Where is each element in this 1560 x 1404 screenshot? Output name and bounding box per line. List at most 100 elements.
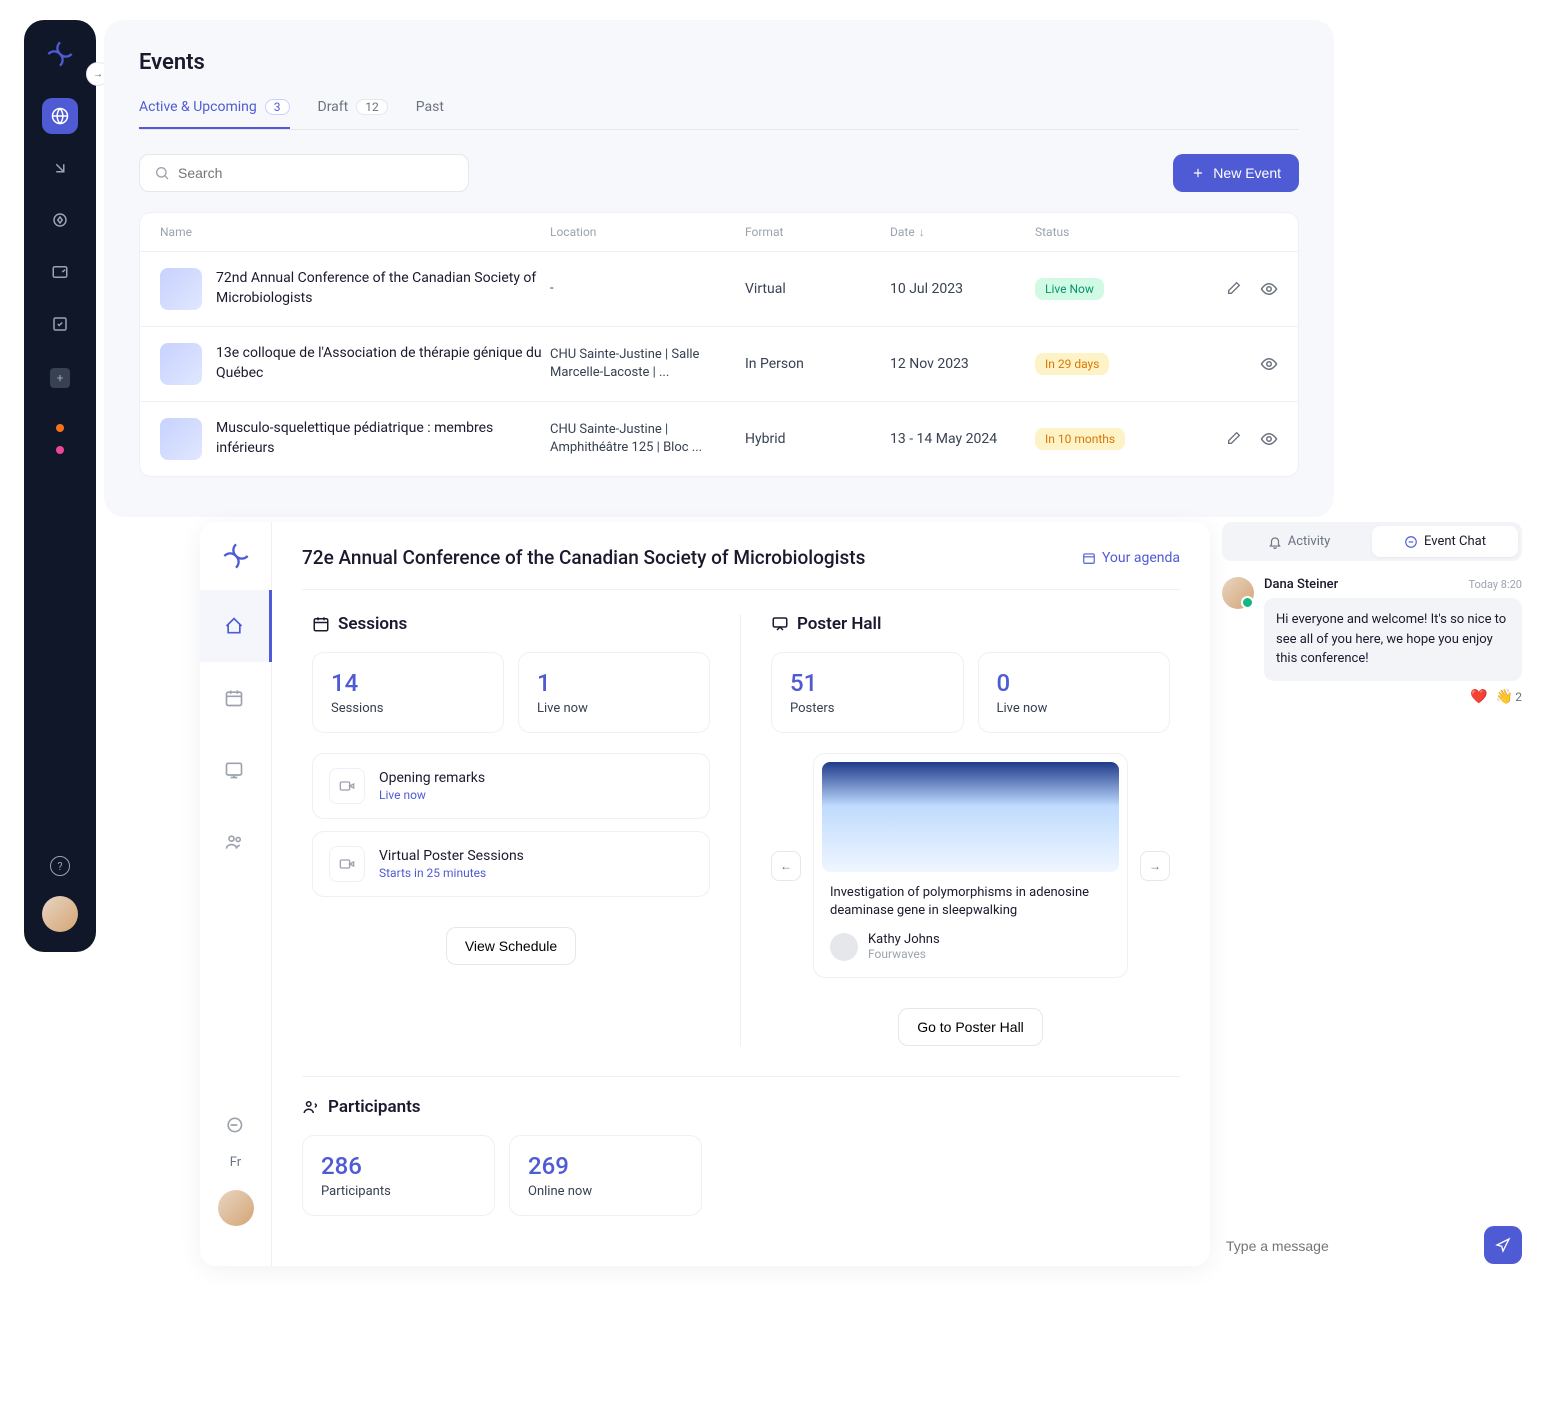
user-avatar[interactable] [42, 896, 78, 932]
participants-title: Participants [302, 1097, 1180, 1117]
language-toggle[interactable]: Fr [230, 1155, 241, 1170]
col-name: Name [160, 225, 550, 239]
reaction-wave[interactable]: 👋2 [1496, 689, 1522, 705]
nav-events[interactable] [42, 98, 78, 134]
event-location: CHU Sainte-Justine | Salle Marcelle-Laco… [550, 346, 745, 382]
msg-text: Hi everyone and welcome! It's so nice to… [1264, 598, 1522, 681]
event-tabs: Active & Upcoming 3 Draft 12 Past [139, 99, 1299, 130]
event-name: Musculo-squelettique pédiatrique : membr… [216, 419, 550, 458]
event-nav-home[interactable] [200, 590, 272, 662]
agenda-link[interactable]: Your agenda [1082, 550, 1180, 566]
event-nav-chat[interactable] [200, 1115, 272, 1135]
event-format: Hybrid [745, 431, 890, 447]
send-icon [1495, 1237, 1511, 1253]
msg-time: Today 8:20 [1468, 578, 1522, 591]
table-row[interactable]: Musculo-squelettique pédiatrique : membr… [140, 401, 1298, 476]
chat-message: Dana Steiner Today 8:20 Hi everyone and w… [1222, 577, 1522, 705]
nav-item-5[interactable] [42, 306, 78, 342]
msg-author: Dana Steiner [1264, 577, 1338, 592]
events-panel: Events Active & Upcoming 3 Draft 12 Past… [104, 20, 1334, 517]
carousel-prev-button[interactable]: ← [771, 851, 801, 881]
view-schedule-button[interactable]: View Schedule [446, 927, 576, 965]
video-icon [329, 768, 365, 804]
col-format: Format [745, 225, 890, 239]
status-badge: In 10 months [1035, 428, 1125, 450]
table-row[interactable]: 72nd Annual Conference of the Canadian S… [140, 251, 1298, 326]
msg-avatar[interactable] [1222, 577, 1254, 609]
chat-icon [1404, 535, 1418, 549]
nav-add-button[interactable]: + [50, 368, 70, 388]
stat-sessions: 14Sessions [312, 652, 504, 733]
session-item[interactable]: Virtual Poster SessionsStarts in 25 minu… [312, 831, 710, 897]
nav-item-3[interactable] [42, 202, 78, 238]
event-name: 13e colloque de l'Association de thérapi… [216, 344, 550, 383]
nav-dot-pink[interactable] [56, 446, 64, 454]
sessions-title: Sessions [312, 614, 710, 634]
status-badge: Live Now [1035, 278, 1104, 300]
presentation-icon [771, 615, 789, 633]
nav-dot-orange[interactable] [56, 424, 64, 432]
tab-past[interactable]: Past [416, 99, 444, 129]
search-icon [154, 165, 170, 181]
col-date[interactable]: Date↓ [890, 225, 1035, 239]
button-label: New Event [1213, 165, 1281, 181]
event-date: 13 - 14 May 2024 [890, 431, 1035, 447]
table-row[interactable]: 13e colloque de l'Association de thérapi… [140, 326, 1298, 401]
tab-draft[interactable]: Draft 12 [318, 99, 388, 129]
event-detail: Fr 72e Annual Conference of the Canadian… [200, 522, 1522, 1266]
event-location: - [550, 280, 745, 298]
reaction-heart[interactable]: ❤️ [1470, 689, 1487, 705]
stat-poster-live: 0Live now [978, 652, 1171, 733]
help-icon[interactable]: ? [50, 856, 70, 876]
video-icon [329, 846, 365, 882]
tab-label: Past [416, 99, 444, 115]
chat-panel: Activity Event Chat Dana Steiner Today 8:… [1222, 522, 1522, 1266]
event-date: 12 Nov 2023 [890, 356, 1035, 372]
edit-icon[interactable] [1226, 280, 1242, 298]
poster-title: Investigation of polymorphisms in adenos… [822, 884, 1119, 920]
tab-active-upcoming[interactable]: Active & Upcoming 3 [139, 99, 290, 129]
event-sidebar: Fr [200, 522, 272, 1266]
event-nav-people[interactable] [200, 806, 272, 878]
nav-item-4[interactable] [42, 254, 78, 290]
calendar-icon [1082, 551, 1096, 565]
new-event-button[interactable]: New Event [1173, 154, 1299, 192]
plus-icon [1191, 166, 1205, 180]
event-nav-calendar[interactable] [200, 662, 272, 734]
search-box[interactable] [139, 154, 469, 192]
app-sidebar: + ? [24, 20, 96, 952]
posters-title: Poster Hall [771, 614, 1170, 634]
nav-item-2[interactable] [42, 150, 78, 186]
carousel-next-button[interactable]: → [1140, 851, 1170, 881]
people-icon [302, 1098, 320, 1116]
poster-hall-button[interactable]: Go to Poster Hall [898, 1008, 1043, 1046]
event-thumbnail [160, 418, 202, 460]
view-icon[interactable] [1260, 430, 1278, 448]
event-logo-icon [222, 542, 250, 570]
event-date: 10 Jul 2023 [890, 281, 1035, 297]
tab-count: 3 [265, 99, 290, 115]
session-item[interactable]: Opening remarksLive now [312, 753, 710, 819]
poster-card[interactable]: Investigation of polymorphisms in adenos… [813, 753, 1128, 978]
author-name: Kathy Johns [868, 932, 940, 947]
view-icon[interactable] [1260, 280, 1278, 298]
tab-event-chat[interactable]: Event Chat [1372, 526, 1518, 557]
app-logo-icon [46, 40, 74, 68]
poster-thumbnail [822, 762, 1119, 872]
send-button[interactable] [1484, 1226, 1522, 1264]
sort-down-icon: ↓ [919, 225, 925, 239]
view-icon[interactable] [1260, 355, 1278, 373]
stat-online: 269Online now [509, 1135, 702, 1216]
event-name: 72nd Annual Conference of the Canadian S… [216, 269, 550, 308]
tab-activity[interactable]: Activity [1226, 526, 1372, 557]
author-org: Fourwaves [868, 947, 940, 961]
event-user-avatar[interactable] [218, 1190, 254, 1226]
search-input[interactable] [178, 165, 454, 181]
event-nav-poster[interactable] [200, 734, 272, 806]
event-format: Virtual [745, 281, 890, 297]
edit-icon[interactable] [1226, 430, 1242, 448]
author-avatar [830, 933, 858, 961]
calendar-icon [312, 615, 330, 633]
chat-input[interactable] [1222, 1226, 1474, 1266]
col-location: Location [550, 225, 745, 239]
